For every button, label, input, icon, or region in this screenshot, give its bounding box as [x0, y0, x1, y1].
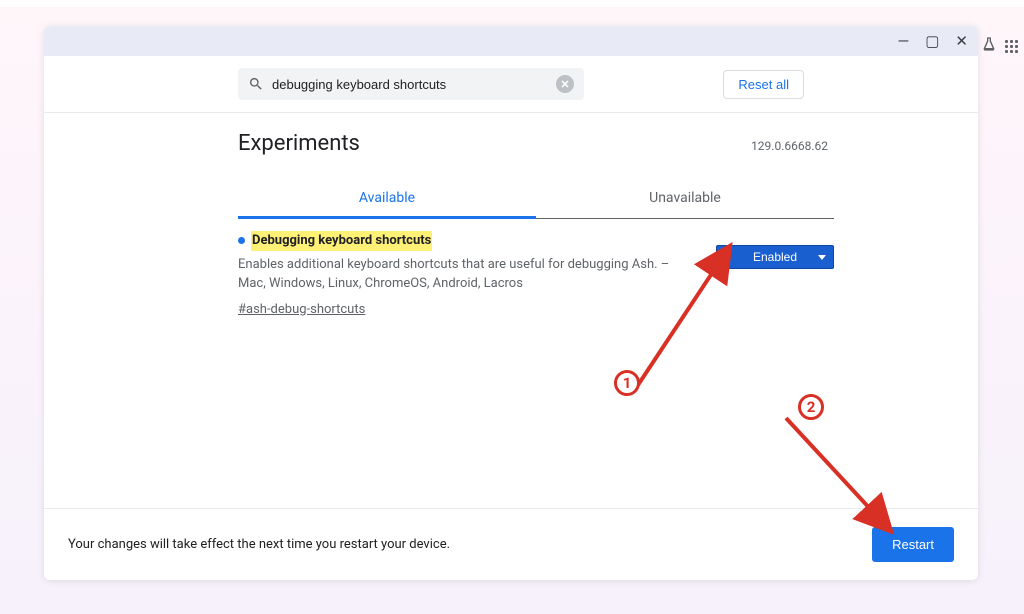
modified-dot-icon: [238, 237, 245, 244]
page-title: Experiments: [238, 131, 360, 156]
clear-search-icon[interactable]: ✕: [556, 75, 574, 93]
window-titlebar: — ▢ ✕: [44, 26, 978, 56]
flag-title: Debugging keyboard shortcuts: [251, 231, 432, 251]
flag-permalink[interactable]: #ash-debug-shortcuts: [238, 300, 365, 320]
flag-text: Debugging keyboard shortcuts Enables add…: [238, 231, 696, 319]
flag-dropdown-wrap: Enabled: [716, 231, 834, 319]
flag-description: Enables additional keyboard shortcuts th…: [238, 255, 696, 294]
footer-bar: Your changes will take effect the next t…: [44, 508, 978, 580]
search-input[interactable]: [272, 77, 548, 92]
search-row: ✕ Reset all: [44, 56, 978, 113]
search-icon: [248, 76, 264, 92]
shelf-icons: [981, 36, 1018, 56]
experiments-window: — ▢ ✕ ✕ Reset all Experiments 129.0.6668…: [44, 26, 978, 580]
reset-all-button[interactable]: Reset all: [723, 70, 804, 99]
tab-unavailable[interactable]: Unavailable: [536, 180, 834, 218]
restart-button[interactable]: Restart: [872, 527, 954, 562]
flag-state-dropdown[interactable]: Enabled: [716, 245, 834, 269]
tab-available[interactable]: Available: [238, 180, 536, 219]
tabs: Available Unavailable: [238, 180, 834, 219]
flask-icon: [981, 36, 997, 56]
flag-row: Debugging keyboard shortcuts Enables add…: [238, 231, 834, 319]
version-label: 129.0.6668.62: [751, 139, 828, 153]
window-close-icon[interactable]: ✕: [955, 34, 968, 49]
page-header: Experiments 129.0.6668.62: [44, 131, 978, 156]
search-box[interactable]: ✕: [238, 68, 584, 100]
apps-grid-icon[interactable]: [1005, 40, 1018, 53]
footer-message: Your changes will take effect the next t…: [68, 537, 450, 552]
window-maximize-icon[interactable]: ▢: [925, 34, 939, 49]
window-minimize-icon[interactable]: —: [898, 34, 910, 49]
